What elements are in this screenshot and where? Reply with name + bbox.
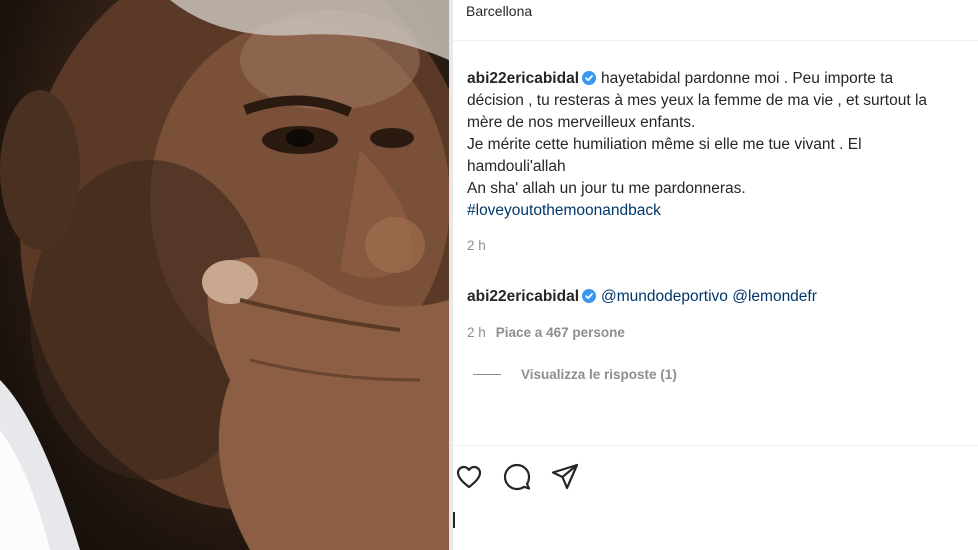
- post-actions-bar: [453, 462, 580, 492]
- caption-line-2: décision , tu resteras à mes yeux la fem…: [467, 92, 928, 109]
- comment-mention-2[interactable]: @lemondefr: [732, 288, 817, 305]
- caption-timestamp[interactable]: 2 h: [467, 238, 486, 253]
- share-icon[interactable]: [550, 462, 580, 492]
- comment-mention-1[interactable]: @mundodeportivo: [601, 288, 728, 305]
- post-caption: abi22ericabidal hayetabidal pardonne moi …: [467, 68, 967, 222]
- caption-hashtag[interactable]: #loveyoutothemoonandback: [467, 202, 661, 219]
- comment-timestamp[interactable]: 2 h: [467, 325, 486, 340]
- caption-username[interactable]: abi22ericabidal: [467, 70, 579, 87]
- instagram-post: Barcellona abi22ericabidal hayetabidal pa…: [0, 0, 978, 550]
- post-location[interactable]: Barcellona: [466, 3, 532, 19]
- post-photo[interactable]: [0, 0, 449, 550]
- caption-line-6: An sha' allah un jour tu me pardonneras.: [467, 180, 746, 197]
- view-replies-label: Visualizza le risposte (1): [521, 367, 677, 382]
- comment-item: abi22ericabidal @mundodeportivo @lemondef…: [467, 286, 817, 308]
- replies-line: [473, 374, 501, 375]
- actions-divider: [453, 445, 978, 446]
- comment-meta: 2 h Piace a 467 persone: [467, 325, 625, 340]
- verified-badge-icon: [582, 71, 597, 85]
- caption-line-3: mère de nos merveilleux enfants.: [467, 114, 696, 131]
- photo-illustration: [0, 0, 449, 550]
- comment-icon[interactable]: [502, 462, 532, 492]
- caption-line-4: Je mérite cette humiliation même si elle…: [467, 136, 862, 153]
- view-replies-button[interactable]: Visualizza le risposte (1): [473, 367, 677, 382]
- caption-line-5: hamdouli'allah: [467, 158, 566, 175]
- verified-badge-icon: [582, 289, 597, 303]
- comment-username[interactable]: abi22ericabidal: [467, 288, 579, 305]
- post-side-panel: Barcellona abi22ericabidal hayetabidal pa…: [453, 0, 978, 550]
- comment-likes[interactable]: Piace a 467 persone: [496, 325, 625, 340]
- cursor-mark: [453, 512, 455, 528]
- header-divider: [453, 40, 978, 41]
- heart-icon[interactable]: [454, 462, 484, 492]
- caption-line-1: hayetabidal pardonne moi . Peu importe t…: [601, 70, 894, 87]
